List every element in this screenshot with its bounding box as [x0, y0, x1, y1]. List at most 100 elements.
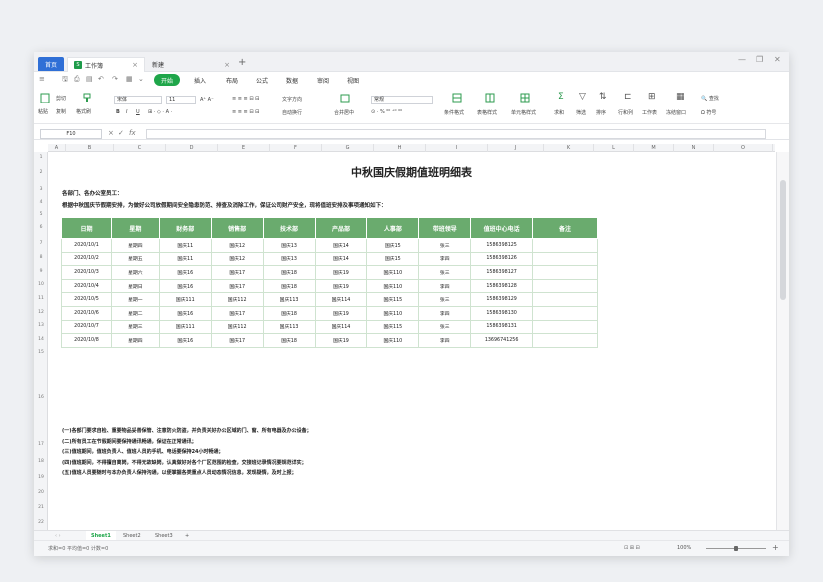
cell-style-icon[interactable]: [520, 93, 530, 103]
merge-center-icon[interactable]: [340, 93, 350, 103]
row-header[interactable]: 9: [34, 269, 48, 274]
table-header[interactable]: 星期: [110, 217, 160, 239]
column-header[interactable]: L: [594, 144, 634, 152]
table-cell[interactable]: 1586398131: [470, 319, 534, 335]
border-button[interactable]: ⊞ · ◇ · A ·: [148, 109, 172, 115]
table-cell[interactable]: 国庆110: [366, 278, 420, 294]
merge-center-label[interactable]: 合并居中: [334, 109, 354, 116]
table-cell[interactable]: 国庆14: [314, 238, 368, 253]
zoom-in-icon[interactable]: +: [772, 543, 779, 552]
cancel-icon[interactable]: ×: [108, 129, 114, 137]
worksheet-label[interactable]: 工作表: [642, 109, 657, 116]
close-window-icon[interactable]: ✕: [774, 55, 781, 64]
align-left-buttons[interactable]: ≡ ≡ ≡ ⊟ ⊟: [232, 109, 259, 115]
find-button[interactable]: 🔍 查找: [701, 95, 719, 102]
column-header[interactable]: I: [426, 144, 488, 152]
table-cell[interactable]: 2020/10/4: [61, 278, 112, 294]
table-cell[interactable]: 国庆17: [210, 305, 264, 321]
restore-icon[interactable]: ❐: [756, 55, 763, 64]
table-cell[interactable]: [532, 278, 598, 294]
table-cell[interactable]: 国庆18: [262, 265, 316, 280]
sum-label[interactable]: 求和: [554, 109, 564, 116]
table-cell[interactable]: 2020/10/5: [61, 292, 112, 307]
column-header[interactable]: M: [634, 144, 674, 152]
column-header[interactable]: H: [374, 144, 426, 152]
italic-button[interactable]: I: [126, 109, 127, 115]
row-header[interactable]: 22: [34, 520, 48, 525]
bold-button[interactable]: B: [116, 109, 120, 115]
table-cell[interactable]: [532, 333, 598, 348]
table-cell[interactable]: 国庆111: [158, 319, 212, 335]
table-cell[interactable]: 星期五: [110, 251, 160, 267]
table-cell[interactable]: 国庆12: [210, 251, 264, 267]
column-header[interactable]: O: [714, 144, 773, 152]
row-header[interactable]: 10: [34, 282, 48, 287]
tab-new[interactable]: 新建 ×: [146, 57, 236, 72]
table-header[interactable]: 技术部: [262, 217, 316, 239]
menu-icon[interactable]: ≡: [39, 75, 45, 83]
column-header[interactable]: B: [66, 144, 114, 152]
table-cell[interactable]: 张三: [418, 319, 472, 335]
table-cell[interactable]: 星期四: [110, 238, 160, 253]
tab-formula[interactable]: 公式: [256, 74, 268, 86]
table-cell[interactable]: 李四: [418, 251, 472, 267]
row-header[interactable]: 3: [34, 187, 48, 192]
close-icon[interactable]: ×: [132, 61, 138, 69]
table-cell[interactable]: 1586398125: [470, 238, 534, 253]
table-cell[interactable]: 2020/10/8: [61, 333, 112, 348]
table-cell[interactable]: [532, 265, 598, 280]
table-cell[interactable]: 国庆11: [158, 251, 212, 267]
zoom-level[interactable]: 100%: [677, 545, 691, 551]
format-painter-icon[interactable]: [82, 93, 92, 103]
table-cell[interactable]: 星期三: [110, 319, 160, 335]
table-header[interactable]: 人事部: [366, 217, 420, 239]
function-icon[interactable]: fx: [129, 129, 136, 137]
name-box[interactable]: F10: [40, 129, 102, 139]
table-cell[interactable]: [532, 238, 598, 253]
table-cell[interactable]: 国庆18: [262, 305, 316, 321]
table-cell[interactable]: 星期六: [110, 265, 160, 280]
conditional-format-label[interactable]: 条件格式: [444, 109, 464, 116]
paste-icon[interactable]: [40, 93, 50, 103]
table-cell[interactable]: 国庆17: [210, 278, 264, 294]
row-header[interactable]: 15: [34, 350, 48, 355]
underline-button[interactable]: U: [136, 109, 140, 115]
table-header[interactable]: 财务部: [158, 217, 212, 239]
table-header[interactable]: 销售部: [210, 217, 264, 239]
table-cell[interactable]: 国庆13: [262, 251, 316, 267]
add-tab-icon[interactable]: +: [238, 57, 246, 68]
row-header[interactable]: 19: [34, 475, 48, 480]
undo-icon[interactable]: ↶: [98, 75, 104, 83]
column-header[interactable]: G: [322, 144, 374, 152]
table-cell[interactable]: [532, 251, 598, 267]
table-cell[interactable]: 2020/10/6: [61, 305, 112, 321]
table-cell[interactable]: 2020/10/7: [61, 319, 112, 335]
copy-button[interactable]: 复制: [56, 108, 66, 115]
print-icon[interactable]: ⎙: [74, 75, 80, 84]
row-header[interactable]: 6: [34, 225, 48, 230]
table-cell[interactable]: 13696741256: [470, 333, 534, 348]
table-cell[interactable]: 国庆112: [210, 292, 264, 307]
row-header[interactable]: 8: [34, 255, 48, 260]
table-header[interactable]: 产品部: [314, 217, 368, 239]
cut-button[interactable]: 剪切: [56, 95, 66, 102]
tab-review[interactable]: 审阅: [317, 74, 329, 86]
table-cell[interactable]: 星期二: [110, 305, 160, 321]
tab-view[interactable]: 视图: [347, 74, 359, 86]
table-cell[interactable]: 国庆112: [210, 319, 264, 335]
table-cell[interactable]: 国庆110: [366, 333, 420, 348]
row-header[interactable]: 21: [34, 505, 48, 510]
format-painter-label[interactable]: 格式刷: [76, 108, 91, 115]
table-cell[interactable]: [532, 292, 598, 307]
row-header[interactable]: 1: [34, 155, 48, 160]
table-cell[interactable]: 国庆16: [158, 265, 212, 280]
table-cell[interactable]: 国庆12: [210, 238, 264, 253]
close-icon[interactable]: ×: [224, 61, 230, 69]
conditional-format-icon[interactable]: [452, 93, 462, 103]
table-cell[interactable]: 李四: [418, 333, 472, 348]
table-cell[interactable]: 1586398128: [470, 278, 534, 294]
table-cell[interactable]: 国庆114: [314, 292, 368, 307]
table-cell[interactable]: 国庆15: [366, 238, 420, 253]
table-cell[interactable]: 国庆14: [314, 251, 368, 267]
table-cell[interactable]: 国庆16: [158, 333, 212, 348]
